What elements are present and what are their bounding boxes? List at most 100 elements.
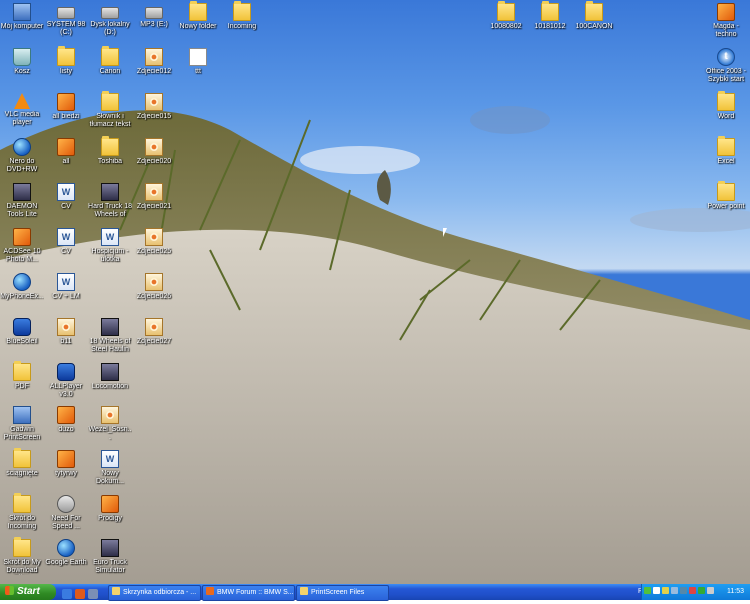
hard-drive-icon [57, 7, 75, 19]
desktop-icon[interactable]: Nowy Dokum... [88, 450, 132, 486]
desktop-icon-label: ściągnięte [6, 470, 38, 477]
desktop-icon[interactable]: ALLPlayer v3.0 [44, 363, 88, 399]
desktop-icon[interactable]: CV [44, 183, 88, 211]
folder-icon [717, 93, 735, 111]
desktop-icon-label: CV [61, 203, 71, 210]
mail-icon [112, 587, 120, 595]
desktop-icon[interactable]: Toshiba [88, 138, 132, 166]
desktop-icon[interactable]: CV + LM [44, 273, 88, 301]
desktop-icon[interactable]: Euro Truck Simulator [88, 539, 132, 575]
desktop-icon[interactable]: Nero do DVD+RW [0, 138, 44, 174]
desktop-icon[interactable]: duzo [44, 406, 88, 434]
desktop-icon[interactable]: 100CANON [572, 3, 616, 31]
desktop-icon[interactable]: 10181012 [528, 3, 572, 31]
clock[interactable]: 11:53 [727, 584, 744, 600]
desktop-icon-label: Kosz [14, 68, 30, 75]
desktop-icon[interactable]: CV [44, 228, 88, 256]
desktop-icon[interactable]: MP3 (E:) [132, 3, 176, 29]
desktop-icon-label: Hard Truck 18 Wheels of [88, 203, 132, 218]
desktop-icon[interactable]: Zdjecie015 [132, 93, 176, 121]
computer-icon [13, 3, 31, 21]
desktop-icon[interactable]: Need For Speed ... [44, 495, 88, 531]
desktop-icon[interactable]: Power point [704, 183, 748, 211]
desktop-icon-label: Nowy folder [179, 23, 217, 30]
volume-icon[interactable] [707, 587, 714, 594]
desktop-icon[interactable]: 10080802 [484, 3, 528, 31]
game-icon [101, 318, 119, 336]
desktop-icon-label: Office 2003 - Szybki start [706, 68, 746, 83]
desktop-icon[interactable]: Word [704, 93, 748, 121]
firefox-icon[interactable] [75, 589, 85, 599]
desktop-icon[interactable]: Gadwin PrintScreen [0, 406, 44, 442]
desktop-icon[interactable]: tytyrwy [44, 450, 88, 478]
shortcut-icon [101, 495, 119, 513]
desktop-icon[interactable]: ściągnięte [0, 450, 44, 478]
desktop-icon[interactable]: all biedzi [44, 93, 88, 121]
desktop-icon[interactable]: Wezel_Sosn... [88, 406, 132, 442]
desktop-icon[interactable]: Hospicjum - ulotka [88, 228, 132, 264]
start-button[interactable]: Start [0, 584, 56, 600]
desktop-icon[interactable]: Mój komputer [0, 3, 44, 31]
tray-icon[interactable] [653, 587, 660, 594]
desktop-icon[interactable]: Excel [704, 138, 748, 166]
desktop-icon[interactable]: Kosz [0, 48, 44, 76]
taskbar-button-mail[interactable]: Skrzynka odbiorcza - ... [108, 585, 201, 601]
taskbar-button-forum[interactable]: BMW Forum :: BMW S... [202, 585, 295, 601]
desktop-icon[interactable]: Słownik i tłumacz tekst [88, 93, 132, 129]
desktop-icon[interactable]: Magda - techno [704, 3, 748, 39]
windows-logo-icon [5, 586, 14, 595]
media-icon[interactable] [88, 589, 98, 599]
taskbar-button-printscreen[interactable]: PrintScreen Files [296, 585, 389, 601]
desktop-icon[interactable]: Zdjecie027 [132, 318, 176, 346]
recycle-bin-icon [13, 48, 31, 66]
desktop-icon[interactable]: BlueSoleil [0, 318, 44, 346]
desktop-icon[interactable]: Zdjecie021 [132, 183, 176, 211]
phone-icon [13, 273, 31, 291]
desktop-icon[interactable]: DAEMON Tools Lite [0, 183, 44, 219]
desktop-icon[interactable]: Dysk lokalny (D:) [88, 3, 132, 37]
desktop-icon[interactable]: b11 [44, 318, 88, 346]
desktop-icon[interactable]: ttt [176, 48, 220, 76]
image-file-icon [145, 318, 163, 336]
desktop-icon[interactable]: Zdjecie012 [132, 48, 176, 76]
desktop-icon-label: Excel [717, 158, 735, 165]
desktop-icon[interactable]: Zdjecie020 [132, 138, 176, 166]
nero-icon [13, 138, 31, 156]
desktop-icon[interactable]: Incoming [220, 3, 264, 31]
desktop-icon[interactable]: Skrót do Incoming [0, 495, 44, 531]
folder-icon [717, 138, 735, 156]
desktop-icon[interactable]: Locomotion [88, 363, 132, 391]
desktop-icon[interactable]: PDF [0, 363, 44, 391]
desktop-icon[interactable]: Canon [88, 48, 132, 76]
desktop-icon[interactable]: all [44, 138, 88, 166]
folder-icon [497, 3, 515, 21]
tray-icon[interactable] [680, 587, 687, 594]
tray-icon[interactable] [671, 587, 678, 594]
desktop-icon[interactable]: MyPhoneEx... [0, 273, 44, 301]
desktop-icon[interactable]: Skrót do My Download Files [0, 539, 44, 575]
desktop-icon[interactable]: Office 2003 - Szybki start [704, 48, 748, 84]
desktop-icon[interactable]: ACDSee 10 Photo M... [0, 228, 44, 264]
desktop-icon[interactable]: SYSTEM 98 (C:) [44, 3, 88, 37]
desktop-icon-label: SYSTEM 98 (C:) [46, 21, 86, 36]
desktop-icon[interactable]: Prodigy [88, 495, 132, 523]
desktop[interactable]: Mój komputer SYSTEM 98 (C:) Dysk lokalny (… [0, 0, 750, 584]
desktop-icon[interactable]: listy [44, 48, 88, 76]
desktop-icon[interactable]: Hard Truck 18 Wheels of [88, 183, 132, 219]
desktop-icon[interactable]: 18 Wheels of Steel Haulin [88, 318, 132, 354]
desktop-icon[interactable]: Zdjecie025 [132, 228, 176, 256]
tray-icon[interactable] [698, 587, 705, 594]
tray-icon[interactable] [644, 587, 651, 594]
desktop-icon[interactable]: Nowy folder [176, 3, 220, 31]
daemon-tools-icon [13, 183, 31, 201]
tray-icon[interactable] [662, 587, 669, 594]
desktop-icon[interactable]: Zdjecie026 [132, 273, 176, 301]
show-desktop-icon[interactable] [62, 589, 72, 599]
desktop-icon-label: MyPhoneEx... [0, 293, 44, 300]
word-doc-icon [101, 450, 119, 468]
tray-icon[interactable] [689, 587, 696, 594]
desktop-icon-label: Incoming [227, 23, 257, 30]
desktop-icon-label: all [62, 158, 70, 165]
desktop-icon[interactable]: Google Earth [44, 539, 88, 567]
desktop-icon[interactable]: VLC media player [0, 93, 44, 127]
